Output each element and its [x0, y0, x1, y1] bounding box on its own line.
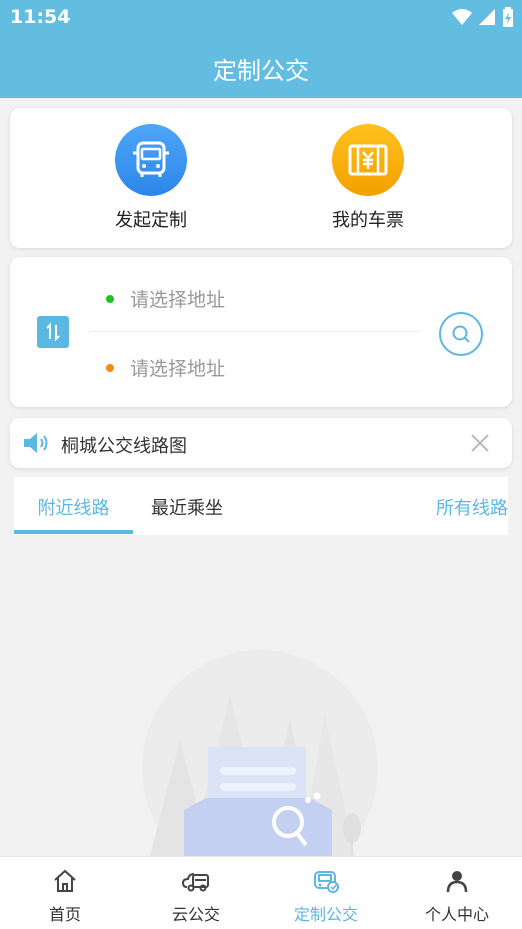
nav-custom-bus[interactable]: 定制公交: [261, 869, 391, 925]
tab-underline: [14, 530, 133, 534]
nav-profile-label: 个人中心: [424, 905, 489, 924]
tab-recent-rides[interactable]: 最近乘坐: [151, 494, 223, 520]
empty-state-illustration: [142, 650, 378, 856]
speaker-icon: [24, 433, 48, 453]
wifi-icon: [452, 9, 472, 25]
custom-bus-icon: [314, 871, 339, 893]
start-address-field[interactable]: 请选择地址: [106, 285, 225, 312]
status-bar: 11:54: [0, 0, 522, 36]
signal-icon: [479, 9, 495, 25]
actions-card: 发起定制 我的车票: [10, 108, 512, 248]
status-icons: [452, 7, 514, 27]
end-dot: [106, 363, 114, 372]
page-title: 定制公交: [213, 57, 309, 85]
battery-icon: [503, 7, 513, 27]
person-icon: [446, 871, 468, 893]
launch-custom-label: 发起定制: [115, 210, 187, 231]
my-tickets-icon-circle: [332, 124, 404, 196]
launch-custom-button[interactable]: 发起定制: [61, 124, 241, 232]
nav-cloud-bus[interactable]: 云公交: [131, 869, 261, 925]
nav-custom-bus-label: 定制公交: [293, 905, 358, 924]
swap-icon: [46, 322, 60, 342]
end-address-placeholder: 请选择地址: [130, 358, 226, 380]
nav-cloud-bus-label: 云公交: [171, 905, 220, 924]
bus-icon: [133, 141, 169, 177]
home-icon: [54, 869, 76, 892]
close-icon[interactable]: [470, 433, 490, 453]
notice-card[interactable]: 桐城公交线路图: [10, 418, 512, 468]
launch-custom-icon-circle: [115, 124, 187, 196]
status-time: 11:54: [10, 6, 71, 28]
ticket-icon: [348, 144, 388, 176]
my-tickets-label: 我的车票: [332, 210, 404, 231]
nav-home[interactable]: 首页: [0, 869, 130, 925]
bottom-nav: 首页 云公交 定制公交 个人中心: [0, 856, 522, 929]
start-address-placeholder: 请选择地址: [130, 289, 226, 311]
search-icon: [452, 325, 470, 343]
start-dot: [106, 294, 114, 303]
tab-nearby-routes[interactable]: 附近线路: [14, 494, 133, 520]
route-tabs: 附近线路 最近乘坐 所有线路: [14, 477, 508, 535]
nav-profile[interactable]: 个人中心: [392, 869, 522, 925]
my-tickets-button[interactable]: 我的车票: [278, 124, 458, 232]
route-search-button[interactable]: [439, 312, 483, 356]
notice-text: 桐城公交线路图: [61, 436, 187, 457]
all-routes-link[interactable]: 所有线路: [436, 494, 508, 520]
route-divider: [90, 331, 420, 332]
swap-addresses-button[interactable]: [37, 316, 69, 348]
cloud-bus-icon: [182, 873, 209, 892]
route-card: 请选择地址 请选择地址: [10, 257, 512, 407]
end-address-field[interactable]: 请选择地址: [106, 354, 225, 381]
nav-home-label: 首页: [48, 905, 81, 924]
app-bar: 定制公交: [0, 36, 522, 98]
